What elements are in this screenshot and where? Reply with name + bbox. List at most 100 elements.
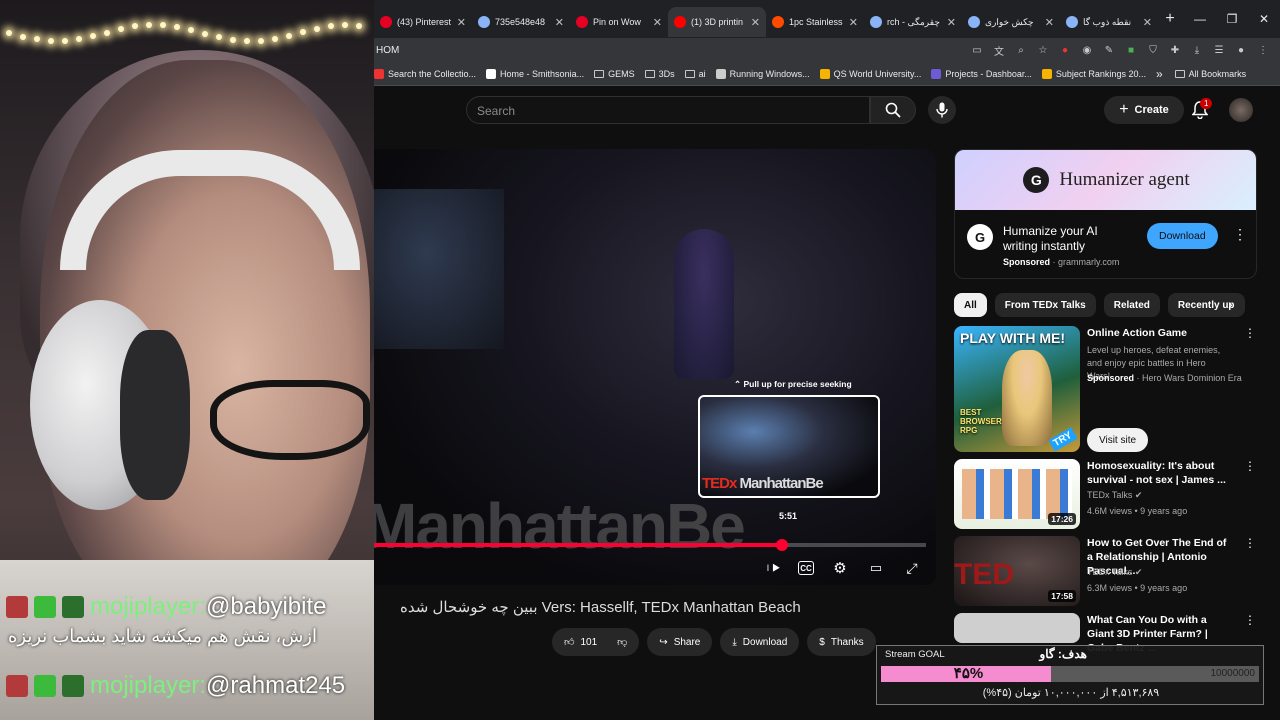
ad-download-button[interactable]: Download: [1147, 223, 1218, 249]
more-options-icon[interactable]: ⋮: [1244, 613, 1256, 627]
goal-summary: ۴,۵۱۳,۶۸۹ از ۱۰,۰۰۰,۰۰۰ تومان (۴۵%): [982, 687, 1160, 699]
account-avatar[interactable]: [1229, 98, 1253, 122]
reading-list-icon[interactable]: ☰: [1212, 43, 1226, 57]
shield-icon[interactable]: ⛉: [1146, 43, 1160, 57]
ad-banner-title: Humanizer agent: [1059, 169, 1190, 190]
chip-related[interactable]: Related: [1103, 293, 1160, 317]
dislike-icon[interactable]: 👎︎: [617, 636, 627, 648]
extensions-puzzle-icon[interactable]: ✚: [1168, 43, 1182, 57]
translate-icon[interactable]: 文: [992, 43, 1006, 58]
settings-gear-icon[interactable]: ⚙: [830, 559, 850, 577]
browser-menu-icon[interactable]: ⋮: [1256, 43, 1270, 57]
browser-tab[interactable]: rch - چقرمگی ✕: [864, 7, 962, 37]
window-controls: — ❐ ✕: [1184, 0, 1280, 38]
browser-tab-active[interactable]: (1) 3D printin ✕: [668, 7, 766, 37]
browser-tab[interactable]: نقطه ذوب گا ✕: [1060, 7, 1158, 37]
more-options-icon[interactable]: ⋮: [1244, 326, 1256, 340]
chip-all[interactable]: All: [954, 293, 987, 317]
recommendation-item[interactable]: 17:26 Homosexuality: It's about survival…: [954, 459, 1256, 529]
video-player[interactable]: ManhattanBe ⌃ Pull up for precise seekin…: [374, 149, 936, 585]
subtitles-cc-icon[interactable]: CC: [798, 561, 814, 575]
tab-title: rch - چقرمگی: [887, 16, 940, 27]
chat-message: mojiplayer: @babyibite: [6, 593, 326, 621]
seek-preview-time: 5:51: [779, 511, 798, 521]
camera-extension-icon[interactable]: ◉: [1080, 43, 1094, 57]
url-field[interactable]: HOM: [374, 45, 970, 56]
zoom-icon[interactable]: ⌕: [1014, 43, 1028, 57]
bookmark-item[interactable]: Home - Smithsonia...: [486, 68, 584, 79]
tab-close-icon[interactable]: ✕: [555, 16, 564, 29]
extension-red-icon[interactable]: ●: [1058, 43, 1072, 57]
subscriber-badge-icon: [6, 675, 28, 697]
chip-recently-uploaded[interactable]: Recently up: [1167, 293, 1245, 317]
fullscreen-icon[interactable]: ⤢: [902, 559, 922, 577]
bookmarks-overflow-button[interactable]: »: [1156, 67, 1163, 81]
bookmark-item[interactable]: Search the Collectio...: [374, 68, 476, 79]
browser-tab[interactable]: (43) Pinterest ✕: [374, 7, 472, 37]
bookmark-folder[interactable]: GEMS: [594, 69, 635, 79]
restore-icon[interactable]: ❐: [1216, 12, 1248, 26]
like-count: 101: [580, 636, 598, 648]
more-options-icon[interactable]: ⋮: [1233, 226, 1247, 243]
thanks-button[interactable]: $ Thanks: [807, 628, 876, 656]
bookmark-label: Running Windows...: [729, 68, 810, 79]
search-button[interactable]: [870, 96, 916, 124]
theater-mode-icon[interactable]: ▭: [866, 559, 886, 577]
close-window-icon[interactable]: ✕: [1248, 12, 1280, 26]
extension-badge-icon[interactable]: ■: [1124, 43, 1138, 57]
bookmark-favicon-icon: [819, 68, 830, 79]
chat-text: @babyibite: [206, 593, 327, 620]
fairy-light: [132, 23, 138, 30]
tab-close-icon[interactable]: ✕: [1143, 16, 1152, 29]
minimize-icon[interactable]: —: [1184, 12, 1216, 26]
star-bookmark-icon[interactable]: ☆: [1036, 43, 1050, 57]
browser-tab[interactable]: 735e548e48 ✕: [472, 7, 570, 37]
bookmark-item[interactable]: Projects - Dashboar...: [931, 68, 1032, 79]
create-button[interactable]: + Create: [1104, 96, 1184, 124]
chip-from-tedx[interactable]: From TEDx Talks: [994, 293, 1096, 317]
tab-close-icon[interactable]: ✕: [653, 16, 662, 29]
bookmark-item[interactable]: Subject Rankings 20...: [1041, 68, 1146, 79]
tab-title: (43) Pinterest: [397, 17, 452, 27]
recommendation-ad[interactable]: PLAY WITH ME! BEST BROWSER RPG TRY Onlin…: [954, 326, 1256, 452]
goal-label: Stream GOAL: [885, 649, 945, 660]
sponsored-ad-card[interactable]: G Humanizer agent G Humanize your AI wri…: [954, 149, 1257, 279]
pen-extension-icon[interactable]: ✎: [1102, 43, 1116, 57]
bookmark-favicon-icon: [1041, 68, 1052, 79]
tab-close-icon[interactable]: ✕: [849, 16, 858, 29]
browser-tab[interactable]: چکش خواری ✕: [962, 7, 1060, 37]
share-button[interactable]: ↪ Share: [647, 628, 713, 656]
recommendation-item[interactable]: What Can You Do with a Giant 3D Printer …: [954, 613, 1256, 654]
chevron-right-icon[interactable]: ›: [1228, 296, 1233, 312]
download-button[interactable]: ⤓ Download: [720, 628, 800, 656]
recommendation-item[interactable]: TED 17:58 How to Get Over The End of a R…: [954, 536, 1256, 606]
tab-close-icon[interactable]: ✕: [1045, 16, 1054, 29]
autoplay-toggle-icon[interactable]: ⏽▶: [762, 559, 782, 577]
browser-tab[interactable]: Pin on Wow ✕: [570, 7, 668, 37]
fairy-light: [286, 32, 292, 39]
progress-bar[interactable]: [374, 539, 926, 551]
voice-search-button[interactable]: [928, 96, 956, 124]
download-icon[interactable]: ⤓: [1190, 43, 1204, 57]
more-options-icon[interactable]: ⋮: [1244, 459, 1256, 473]
all-bookmarks-button[interactable]: All Bookmarks: [1174, 69, 1246, 79]
tab-favicon-icon: [1066, 16, 1078, 28]
bookmark-folder[interactable]: 3Ds: [644, 69, 675, 79]
cast-icon[interactable]: ▭: [970, 43, 984, 57]
bookmark-item[interactable]: QS World University...: [819, 68, 921, 79]
visit-site-button[interactable]: Visit site: [1087, 428, 1149, 452]
bookmark-item[interactable]: Running Windows...: [715, 68, 810, 79]
more-options-icon[interactable]: ⋮: [1244, 536, 1256, 550]
tab-close-icon[interactable]: ✕: [457, 16, 466, 29]
tab-favicon-icon: [478, 16, 490, 28]
verified-icon: ✔: [1134, 567, 1143, 577]
new-tab-button[interactable]: +: [1158, 10, 1182, 28]
like-button[interactable]: 👍︎ 101 👎︎: [552, 628, 640, 656]
profile-icon[interactable]: ●: [1234, 43, 1248, 57]
tab-close-icon[interactable]: ✕: [751, 16, 760, 29]
tab-close-icon[interactable]: ✕: [947, 16, 956, 29]
bookmark-folder[interactable]: ai: [684, 69, 706, 79]
bookmark-favicon-icon: [486, 68, 497, 79]
browser-tab[interactable]: 1pc Stainless ✕: [766, 7, 864, 37]
search-input[interactable]: Search: [466, 96, 870, 124]
